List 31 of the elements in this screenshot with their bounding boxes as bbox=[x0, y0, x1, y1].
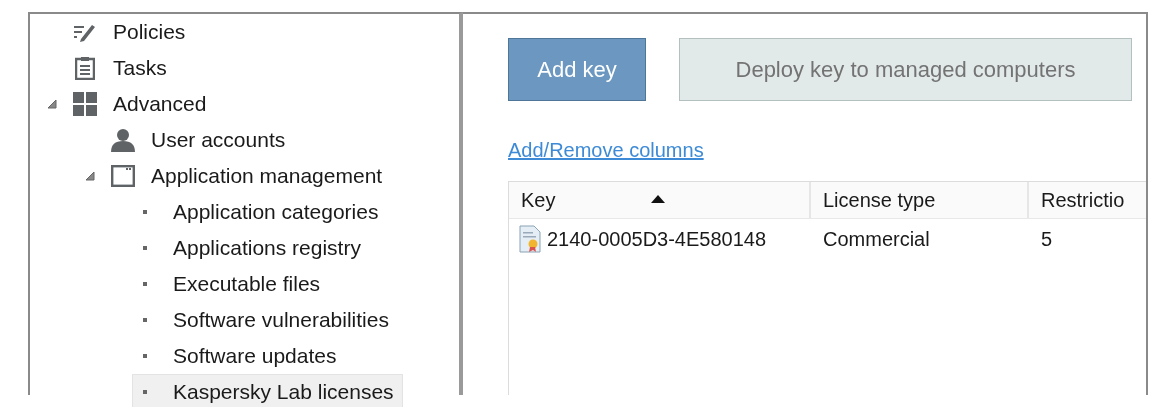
column-header[interactable]: Key bbox=[509, 182, 811, 218]
add-remove-columns-link[interactable]: Add/Remove columns bbox=[508, 139, 704, 162]
certificate-icon bbox=[519, 225, 541, 253]
bullet-icon bbox=[143, 354, 147, 358]
expanded-arrow-icon[interactable] bbox=[85, 171, 95, 181]
tree-item[interactable]: Software vulnerabilities bbox=[132, 302, 398, 338]
window-icon bbox=[111, 165, 135, 187]
column-header[interactable]: License type bbox=[811, 182, 1029, 218]
tree-item[interactable]: Application categories bbox=[132, 194, 388, 230]
user-icon bbox=[111, 128, 135, 152]
clipboard-icon bbox=[75, 56, 95, 80]
bullet-icon bbox=[143, 282, 147, 286]
bullet-icon bbox=[143, 318, 147, 322]
tree-item[interactable]: Policies bbox=[72, 14, 195, 50]
table-cell: 5 bbox=[1041, 227, 1053, 251]
table-cell: Commercial bbox=[823, 227, 930, 251]
table-cell: 2140-0005D3-4E580148 bbox=[547, 227, 767, 251]
column-header[interactable]: Restrictio bbox=[1029, 182, 1146, 218]
tree-item[interactable]: User accounts bbox=[110, 122, 295, 158]
tree-item[interactable]: Software updates bbox=[132, 338, 346, 374]
tree-item[interactable]: Executable files bbox=[132, 266, 330, 302]
expanded-arrow-icon[interactable] bbox=[47, 99, 57, 109]
grid-icon bbox=[73, 92, 97, 116]
bullet-icon bbox=[143, 390, 147, 394]
tree-item[interactable]: Tasks bbox=[72, 50, 176, 86]
tree-item[interactable]: Applications registry bbox=[132, 230, 370, 266]
tree-item[interactable]: Advanced bbox=[72, 86, 216, 122]
bullet-icon bbox=[143, 246, 147, 250]
bullet-icon bbox=[143, 210, 147, 214]
tree-item[interactable]: Application management bbox=[110, 158, 392, 194]
tree-item[interactable]: Kaspersky Lab licenses bbox=[132, 374, 403, 407]
